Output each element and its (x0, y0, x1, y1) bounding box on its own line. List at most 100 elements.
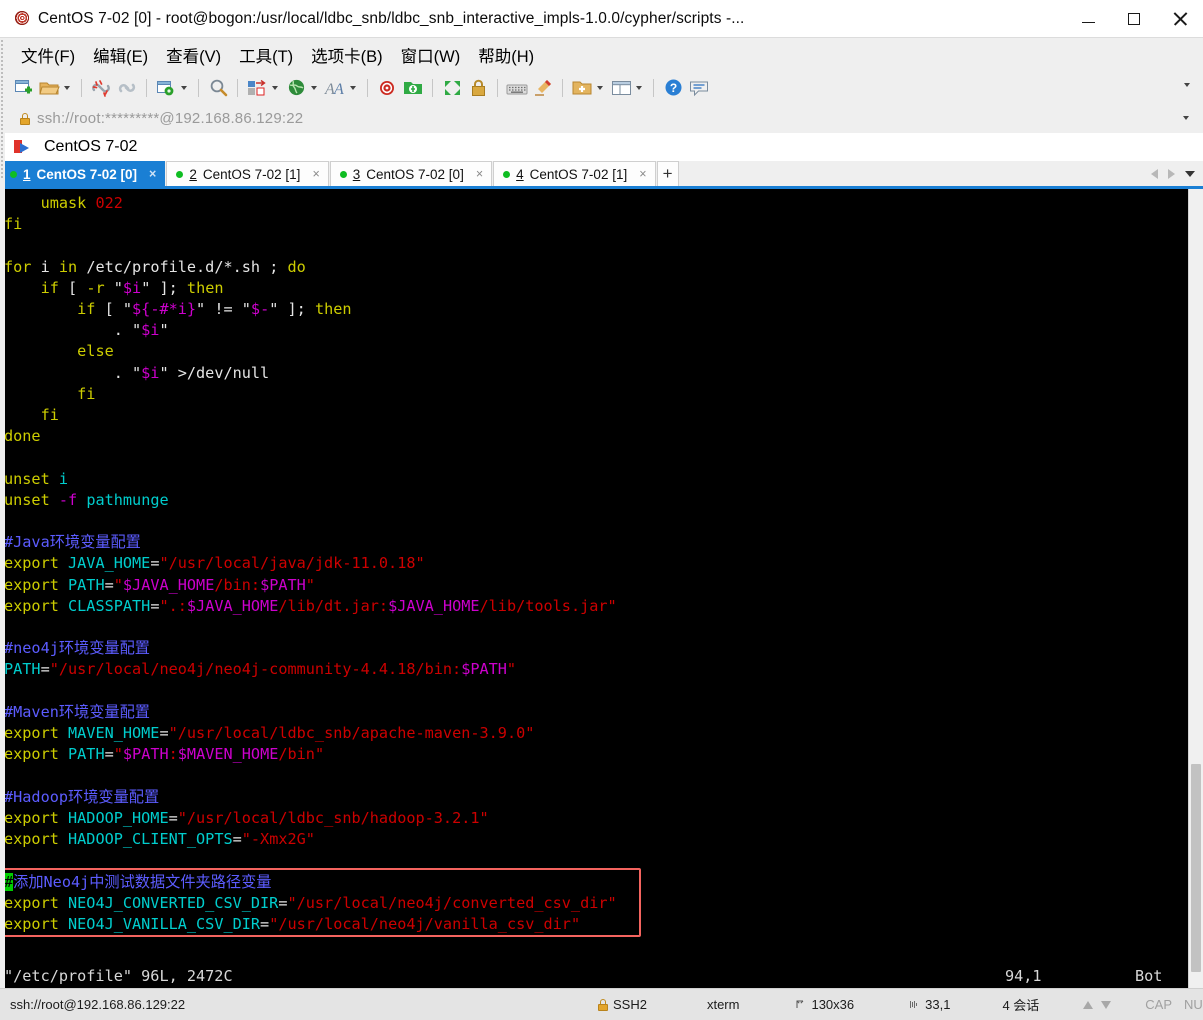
comment-icon[interactable] (686, 75, 712, 101)
close-button[interactable] (1157, 0, 1203, 38)
address-dropdown-icon[interactable] (1183, 116, 1189, 120)
download-arrow-icon (1101, 1000, 1112, 1009)
tab-index: 2 (189, 166, 197, 182)
terminal-line: #Java环境变量配置 (4, 533, 141, 552)
keyboard-icon[interactable] (504, 75, 530, 101)
menu-edit[interactable]: 编辑(E) (84, 40, 157, 70)
status-bar: ssh://root@192.168.86.129:22 SSH2 xterm … (0, 988, 1203, 1020)
toolbar-separator (562, 78, 563, 97)
terminal-line: export HADOOP_HOME="/usr/local/ldbc_snb/… (4, 808, 489, 827)
highlighter-icon[interactable] (530, 75, 556, 101)
globe-dropdown-icon[interactable] (311, 85, 317, 90)
tab-scroll-left-icon[interactable] (1151, 168, 1158, 179)
toolbar-separator (497, 78, 498, 97)
session-name: CentOS 7-02 (44, 138, 138, 155)
menu-help[interactable]: 帮助(H) (469, 40, 543, 70)
terminal-line: export PATH="$JAVA_HOME/bin:$PATH" (4, 575, 315, 594)
globe-icon[interactable] (283, 75, 309, 101)
toolbar-separator (237, 78, 238, 97)
tab-2[interactable]: 2 CentOS 7-02 [1] × (166, 161, 329, 186)
minimize-button[interactable] (1065, 0, 1111, 38)
toolbar: AA ? (0, 71, 1203, 104)
address-value: ssh://root:*********@192.168.86.129:22 (37, 110, 304, 127)
tab-nav-controls (1143, 161, 1203, 186)
open-folder-dropdown-icon[interactable] (64, 85, 70, 90)
terminal-line: done (4, 427, 41, 446)
terminal-scrollbar-thumb[interactable] (1191, 764, 1201, 972)
tab-close-icon[interactable]: × (149, 167, 156, 181)
tab-4[interactable]: 4 CentOS 7-02 [1] × (493, 161, 656, 186)
terminal-line: export HADOOP_CLIENT_OPTS="-Xmx2G" (4, 830, 315, 849)
menu-tools[interactable]: 工具(T) (230, 40, 302, 70)
tab-status-icon (503, 170, 511, 178)
terminal-line: #Maven环境变量配置 (4, 702, 150, 721)
toolbar-separator (198, 78, 199, 97)
tab-scroll-right-icon[interactable] (1168, 168, 1175, 179)
menu-file[interactable]: 文件(F) (12, 40, 84, 70)
font-icon[interactable]: AA (322, 75, 348, 101)
tab-label: CentOS 7-02 [1] (202, 166, 301, 182)
tab-close-icon[interactable]: × (476, 167, 483, 181)
search-icon[interactable] (205, 75, 231, 101)
transfer-icon[interactable] (244, 75, 270, 101)
tab-list-dropdown-icon[interactable] (1185, 170, 1195, 177)
new-session-icon[interactable] (10, 75, 36, 101)
tab-status-icon (10, 170, 17, 178)
transfer-dropdown-icon[interactable] (272, 85, 278, 90)
vim-file-info: "/etc/profile" 96L, 2472C (4, 967, 233, 985)
status-num-lock: NUM (1184, 997, 1203, 1012)
tab-1[interactable]: 1 CentOS 7-02 [0] × (0, 161, 166, 186)
connect-icon[interactable] (114, 75, 140, 101)
snail-icon[interactable] (374, 75, 400, 101)
toolbar-separator (432, 78, 433, 97)
terminal-line: export CLASSPATH=".:$JAVA_HOME/lib/dt.ja… (4, 596, 617, 615)
status-caps-lock: CAP (1145, 997, 1173, 1012)
add-folder-dropdown-icon[interactable] (597, 85, 603, 90)
toolbar-separator (146, 78, 147, 97)
help-icon[interactable]: ? (660, 75, 686, 101)
terminal-line: for i in /etc/profile.d/*.sh ; do (4, 257, 306, 276)
font-dropdown-icon[interactable] (350, 85, 356, 90)
status-transfer-indicators (1083, 1000, 1112, 1009)
add-folder-icon[interactable] (569, 75, 595, 101)
open-folder-icon[interactable] (36, 75, 62, 101)
tab-close-icon[interactable]: × (312, 167, 319, 181)
terminal-line: export JAVA_HOME="/usr/local/java/jdk-11… (4, 554, 425, 573)
address-input[interactable]: ssh://root:*********@192.168.86.129:22 (12, 107, 1203, 130)
menu-tabs[interactable]: 选项卡(B) (302, 40, 392, 70)
menu-view[interactable]: 查看(V) (157, 40, 230, 70)
disconnect-icon[interactable] (88, 75, 114, 101)
terminal-line: #Hadoop环境变量配置 (4, 787, 160, 806)
app-snail-icon (0, 10, 30, 27)
maximize-button[interactable] (1111, 0, 1157, 38)
securecrt-window: CentOS 7-02 [0] - root@bogon:/usr/local/… (0, 0, 1203, 1020)
session-options-dropdown-icon[interactable] (181, 85, 187, 90)
menu-window[interactable]: 窗口(W) (392, 40, 470, 70)
lock-icon (598, 998, 608, 1011)
vim-cursor-position: 94,1 (1005, 967, 1042, 985)
session-options-icon[interactable] (153, 75, 179, 101)
terminal-line: export PATH="$PATH:$MAVEN_HOME/bin" (4, 745, 325, 764)
status-cursor: 33,1 (909, 997, 950, 1012)
layout-icon[interactable] (608, 75, 634, 101)
status-size: 130x36 (795, 997, 854, 1012)
fullscreen-icon[interactable] (439, 75, 465, 101)
terminal-screen[interactable]: umask 022 fi for i in /etc/profile.d/*.sh… (0, 189, 1188, 988)
tab-close-icon[interactable]: × (639, 167, 646, 181)
toolbar-overflow-icon[interactable] (1184, 83, 1190, 87)
new-tab-button[interactable]: + (656, 161, 679, 186)
terminal-line: export NEO4J_CONVERTED_CSV_DIR="/usr/loc… (4, 893, 617, 912)
layout-dropdown-icon[interactable] (636, 85, 642, 90)
file-manager-icon[interactable] (400, 75, 426, 101)
tab-label: CentOS 7-02 [1] (529, 166, 628, 182)
window-title: CentOS 7-02 [0] - root@bogon:/usr/local/… (38, 9, 745, 27)
lock-icon[interactable] (465, 75, 491, 101)
tab-bar: 1 CentOS 7-02 [0] × 2 CentOS 7-02 [1] × … (0, 161, 1203, 189)
terminal-scrollbar[interactable] (1188, 189, 1203, 988)
tab-3[interactable]: 3 CentOS 7-02 [0] × (329, 161, 493, 186)
